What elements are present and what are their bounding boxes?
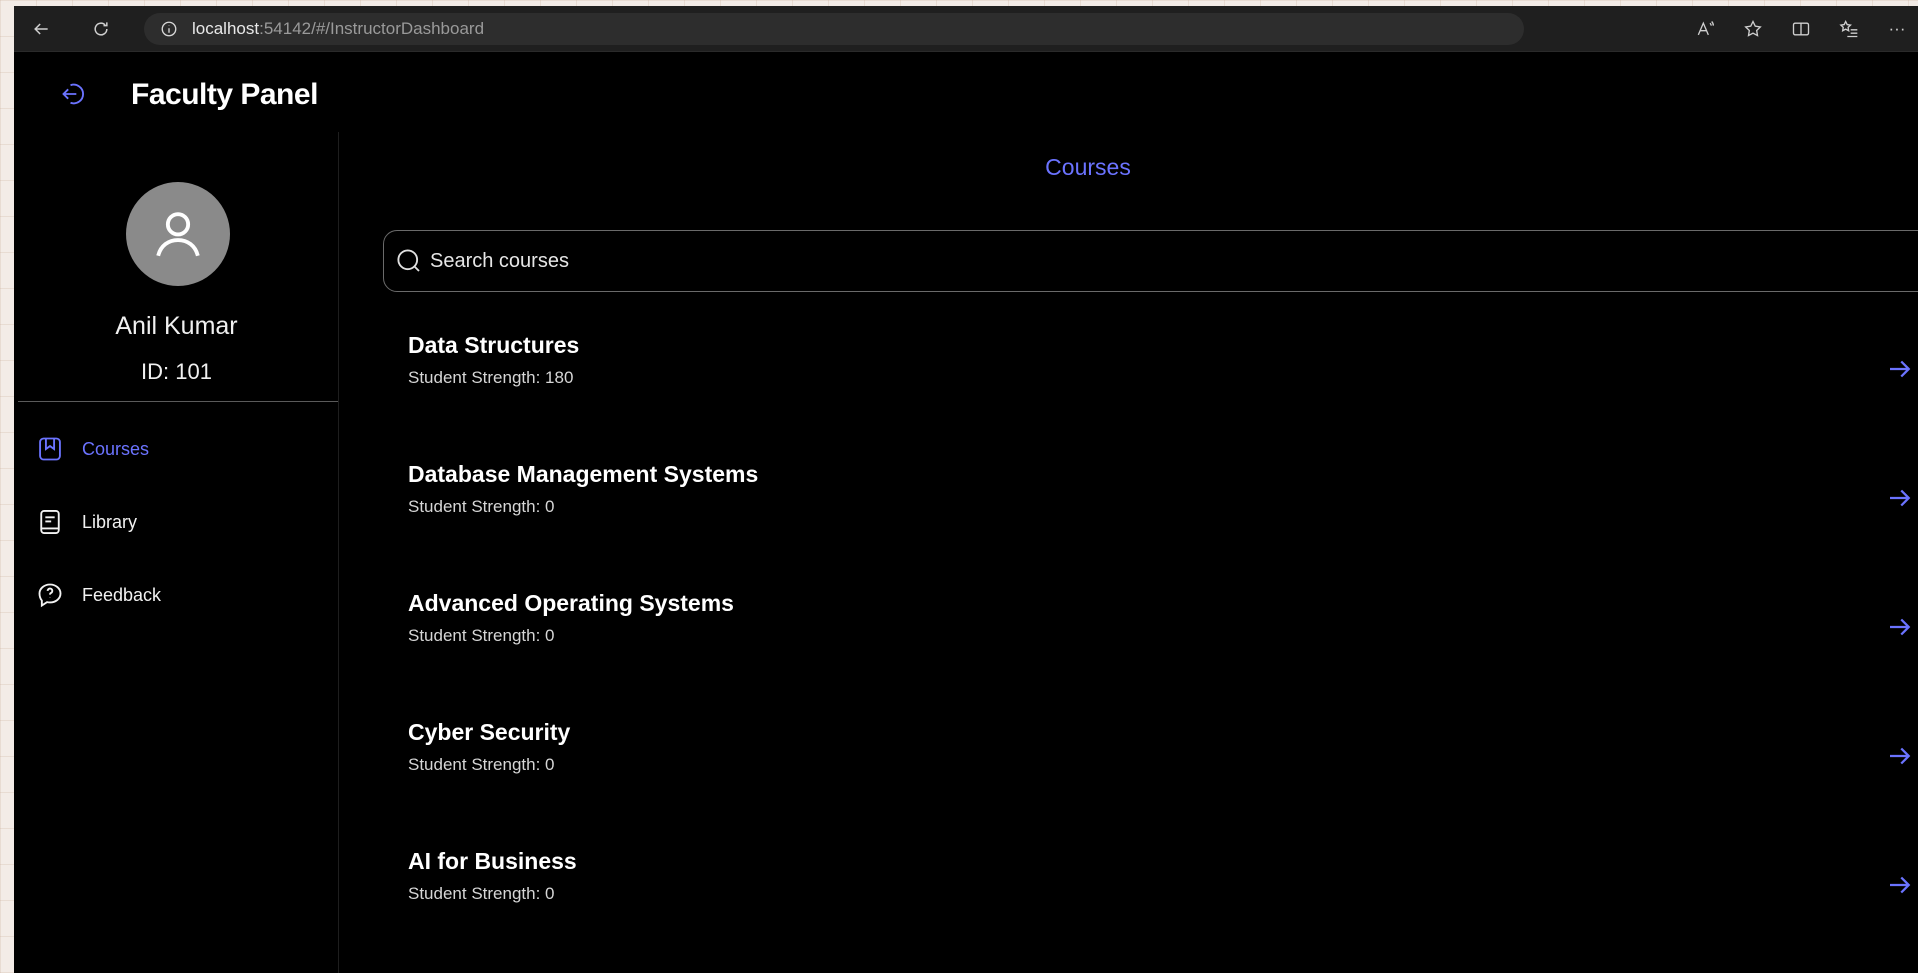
read-aloud-icon[interactable] [1690,14,1720,44]
sidebar-item-courses[interactable]: Courses [34,429,149,469]
sidebar-item-label: Library [82,511,138,532]
course-subtitle: Student Strength: 0 [408,755,555,774]
logout-icon[interactable] [60,80,88,108]
search-icon [394,246,424,276]
course-title: Database Management Systems [408,461,759,487]
avatar [126,182,230,286]
book-icon [34,506,66,538]
course-subtitle: Student Strength: 0 [408,884,555,903]
url-host: localhost [192,19,260,38]
more-options-icon[interactable]: ··· [1882,14,1912,44]
user-name: Anil Kumar [115,312,238,340]
sidebar-item-label: Feedback [82,584,162,605]
course-title: Cyber Security [408,719,571,745]
browser-toolbar: localhost:54142/#/InstructorDashboard ··… [14,6,1918,52]
info-icon[interactable] [160,20,178,38]
course-subtitle: Student Strength: 180 [408,368,574,387]
sidebar-item-feedback[interactable]: Feedback [34,575,161,615]
feedback-icon [34,579,66,611]
sidebar: Anil Kumar ID: 101 Courses Library Feedb… [14,132,339,973]
course-item-dbms[interactable]: Database Management Systems Student Stre… [340,441,1918,551]
arrow-right-icon[interactable] [1885,870,1915,900]
browser-actions: ··· [1690,14,1912,44]
course-title: AI for Business [408,848,577,874]
back-icon[interactable] [26,14,56,44]
search-input[interactable] [430,249,1830,273]
main-content: Courses Data Structures Student Strength… [340,132,1918,973]
sidebar-item-library[interactable]: Library [34,502,137,542]
arrow-right-icon[interactable] [1885,354,1915,384]
course-item-cyber-security[interactable]: Cyber Security Student Strength: 0 [340,699,1918,809]
favorites-list-icon[interactable] [1834,14,1864,44]
course-item-advanced-os[interactable]: Advanced Operating Systems Student Stren… [340,570,1918,680]
course-title: Advanced Operating Systems [408,590,734,616]
split-screen-icon[interactable] [1786,14,1816,44]
course-subtitle: Student Strength: 0 [408,626,555,645]
arrow-right-icon[interactable] [1885,483,1915,513]
arrow-right-icon[interactable] [1885,741,1915,771]
app-bar: Faculty Panel [14,52,1918,132]
favorite-star-icon[interactable] [1738,14,1768,44]
arrow-right-icon[interactable] [1885,612,1915,642]
section-title: Courses [1045,154,1131,180]
search-box[interactable] [383,230,1918,292]
url-path: :54142/#/InstructorDashboard [259,19,485,38]
address-bar[interactable]: localhost:54142/#/InstructorDashboard [144,13,1524,45]
refresh-icon[interactable] [86,14,116,44]
course-item-ai-for-business[interactable]: AI for Business Student Strength: 0 [340,828,1918,938]
sidebar-divider [18,401,338,402]
course-subtitle: Student Strength: 0 [408,497,555,516]
user-id: ID: 101 [141,359,212,384]
course-item-data-structures[interactable]: Data Structures Student Strength: 180 [340,312,1918,422]
user-icon [156,212,200,257]
app-title: Faculty Panel [131,78,318,111]
bookmark-icon [34,433,66,465]
browser-window: localhost:54142/#/InstructorDashboard ··… [14,6,1918,973]
sidebar-item-label: Courses [82,438,150,459]
course-title: Data Structures [408,332,580,358]
